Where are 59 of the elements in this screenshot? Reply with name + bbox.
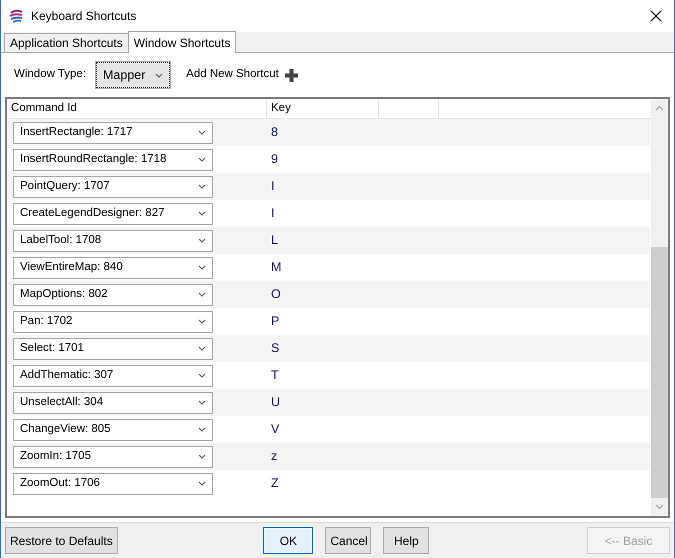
key-cell-text: V [271,421,280,438]
command-dropdown[interactable]: Select: 1701 [13,338,213,360]
column-header[interactable]: Key [267,99,379,118]
command-dropdown[interactable]: LabelTool: 1708 [13,230,213,252]
window-type-label: Window Type: [14,67,86,82]
caret-icon [198,292,206,297]
command-dropdown[interactable]: ZoomIn: 1705 [13,446,213,468]
key-cell-text: S [271,340,280,358]
plus-icon[interactable] [284,68,298,82]
caret-icon [198,319,206,324]
key-cell-text: P [271,313,280,330]
caret-icon [198,400,206,405]
caret-icon [198,157,206,162]
scrollbar[interactable] [651,99,668,516]
command-dropdown[interactable]: ZoomOut: 1706 [13,472,213,494]
key-cell-text: U [271,394,280,412]
command-dropdown[interactable]: Pan: 1702 [13,310,213,332]
command-dropdown[interactable]: ChangeView: 805 [13,418,213,440]
scrollbar-thumb[interactable] [651,247,668,498]
key-cell-text: 8 [271,124,278,142]
key-cell-text: O [271,286,281,304]
key-cell-text: z [271,448,278,466]
command-dropdown[interactable]: UnselectAll: 304 [13,392,213,414]
key-cell-text: T [271,367,279,384]
caret-icon [198,238,206,243]
window-title: Keyboard Shortcuts [31,8,138,25]
key-cell-text: I [271,205,274,222]
key-cell-text: I [271,178,274,196]
column-header[interactable]: Command Id [7,99,267,118]
command-dropdown[interactable]: CreateLegendDesigner: 827 [13,202,213,224]
app-logo-icon [9,9,23,23]
caret-icon [198,346,206,351]
add-shortcut-link[interactable]: Add New Shortcut [186,66,279,84]
window-type-dropdown[interactable]: Mapper [96,62,170,88]
command-dropdown[interactable]: InsertRectangle: 1717 [13,122,213,144]
dialog-button[interactable]: OK [263,527,314,554]
caret-icon [198,130,206,135]
dialog-button[interactable]: Cancel [325,527,372,554]
key-cell-text: L [271,232,278,250]
command-dropdown[interactable]: AddThematic: 307 [13,364,213,386]
command-dropdown[interactable]: InsertRoundRectangle: 1718 [13,148,213,170]
command-dropdown[interactable]: PointQuery: 1707 [13,176,213,198]
caret-icon [198,265,206,270]
caret-icon [155,72,164,78]
caret-icon [198,454,206,459]
caret-icon [198,481,206,486]
dialog-button[interactable]: Restore to Defaults [5,527,118,554]
dialog-button[interactable]: Help [383,527,430,554]
command-dropdown[interactable]: ViewEntireMap: 840 [13,256,213,278]
caret-icon [198,184,206,189]
command-dropdown[interactable]: MapOptions: 802 [13,284,213,306]
key-cell-text: Z [271,475,279,492]
tab[interactable]: Window Shortcuts [128,31,236,53]
tab[interactable]: Application Shortcuts [4,33,129,52]
caret-icon [198,211,206,216]
key-cell-text: 9 [271,151,278,168]
caret-icon [198,373,206,378]
caret-icon [198,427,206,432]
key-cell-text: M [271,259,282,276]
